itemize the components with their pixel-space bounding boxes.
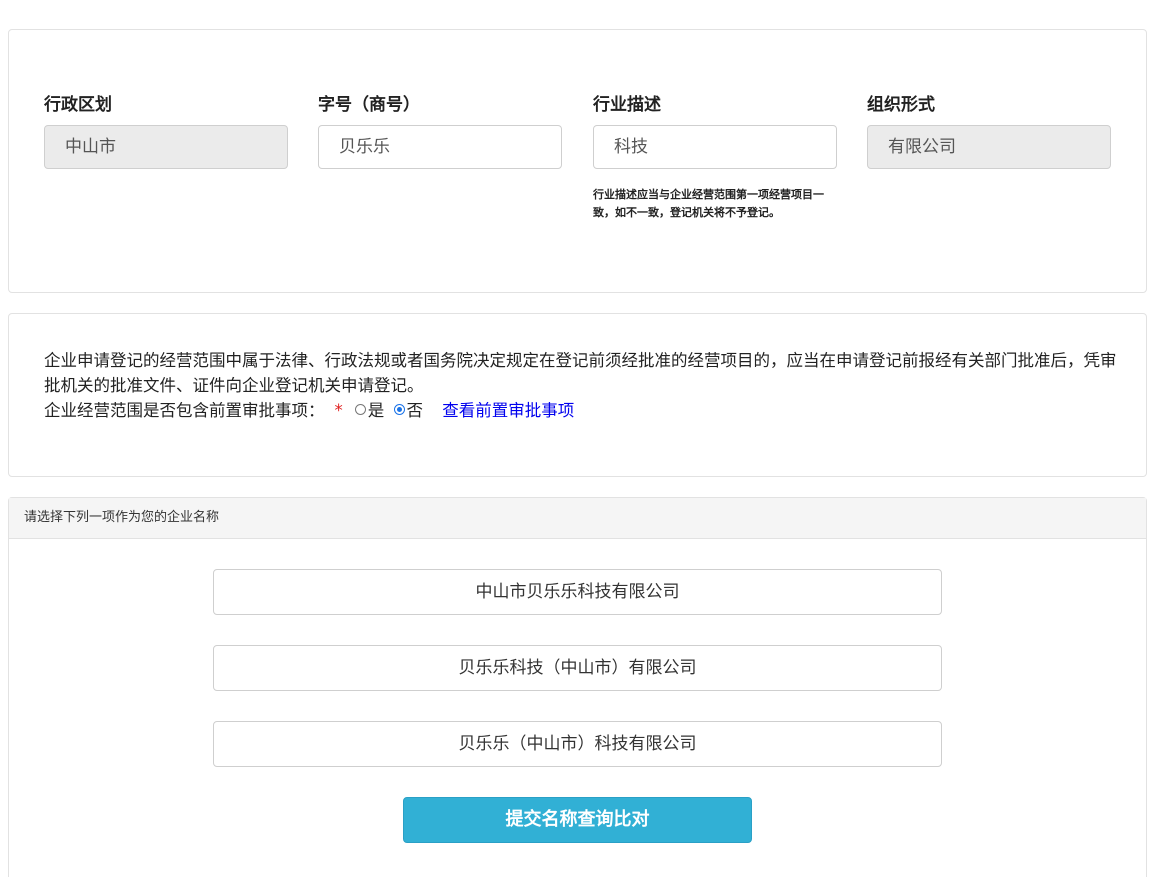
radio-no-label[interactable]: 否: [407, 401, 424, 420]
trade-name-label: 字号（商号）: [318, 95, 420, 115]
radio-no[interactable]: [393, 404, 405, 415]
name-option-1[interactable]: 中山市贝乐乐科技有限公司: [213, 569, 942, 615]
industry-input[interactable]: 科技: [593, 125, 837, 169]
required-mark: *: [334, 401, 343, 420]
district-input: 中山市: [44, 125, 288, 169]
org-form-label: 组织形式: [867, 95, 935, 115]
name-selection-header: 请选择下列一项作为您的企业名称: [9, 498, 1146, 539]
pre-approval-panel: 企业申请登记的经营范围中属于法律、行政法规或者国务院决定规定在登记前须经批准的经…: [8, 313, 1147, 477]
trade-name-input[interactable]: 贝乐乐: [318, 125, 562, 169]
name-selection-panel: 请选择下列一项作为您的企业名称 中山市贝乐乐科技有限公司 贝乐乐科技（中山市）有…: [8, 497, 1147, 877]
field-org-form: 组织形式 有限公司: [867, 93, 1111, 169]
industry-help-text: 行业描述应当与企业经营范围第一项经营项目一致，如不一致，登记机关将不予登记。: [593, 188, 824, 219]
submit-compare-button[interactable]: 提交名称查询比对: [403, 797, 752, 843]
field-trade-name: 字号（商号） 贝乐乐: [318, 93, 562, 169]
field-district: 行政区划 中山市: [44, 93, 288, 169]
view-pre-approval-link[interactable]: 查看前置审批事项: [442, 401, 574, 420]
org-form-input: 有限公司: [867, 125, 1111, 169]
industry-label: 行业描述: [593, 95, 661, 115]
district-label: 行政区划: [44, 95, 112, 115]
name-option-3[interactable]: 贝乐乐（中山市）科技有限公司: [213, 721, 942, 767]
pre-approval-notice: 企业申请登记的经营范围中属于法律、行政法规或者国务院决定规定在登记前须经批准的经…: [44, 348, 1119, 423]
question-label: 企业经营范围是否包含前置审批事项：: [44, 401, 325, 420]
radio-yes[interactable]: [354, 404, 366, 415]
name-option-2[interactable]: 贝乐乐科技（中山市）有限公司: [213, 645, 942, 691]
company-name-fields-panel: 行政区划 中山市 字号（商号） 贝乐乐 行业描述 科技 行业描述应当与企业经营范…: [8, 29, 1147, 293]
pre-approval-question-row: 企业经营范围是否包含前置审批事项： * 是 否 查看前置审批事项: [44, 398, 1119, 423]
radio-yes-label[interactable]: 是: [368, 401, 385, 420]
notice-text: 企业申请登记的经营范围中属于法律、行政法规或者国务院决定规定在登记前须经批准的经…: [44, 351, 1117, 395]
field-industry: 行业描述 科技 行业描述应当与企业经营范围第一项经营项目一致，如不一致，登记机关…: [593, 93, 837, 222]
